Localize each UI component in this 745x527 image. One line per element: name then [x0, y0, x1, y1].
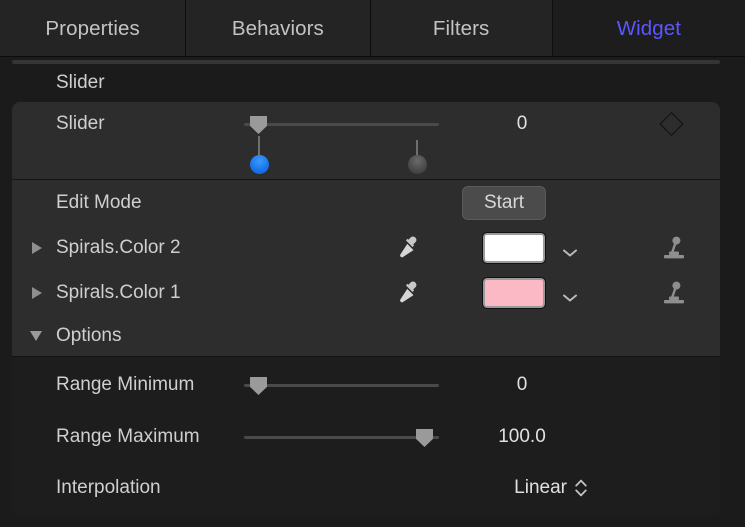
edit-mode-start-button-label: Start: [483, 192, 525, 213]
row-interpolation: Interpolation Linear: [12, 463, 720, 513]
row-edit-mode-label: Edit Mode: [56, 192, 142, 213]
row-range-maximum-label: Range Maximum: [56, 426, 200, 447]
disclosure-triangle-spirals-color-1-icon[interactable]: [32, 286, 42, 299]
row-spirals-color-2-label: Spirals.Color 2: [56, 236, 181, 258]
tab-behaviors[interactable]: Behaviors: [186, 0, 370, 57]
range-minimum-value[interactable]: 0: [482, 374, 562, 396]
rig-joystick-icon[interactable]: [662, 280, 686, 306]
slider-thumb[interactable]: [250, 116, 267, 134]
slider-track[interactable]: [244, 436, 439, 439]
tab-bar: Properties Behaviors Filters Widget: [0, 0, 745, 57]
interpolation-value[interactable]: Linear: [472, 477, 567, 499]
edit-mode-start-button[interactable]: Start: [462, 186, 546, 220]
tab-behaviors-label: Behaviors: [231, 16, 324, 40]
tab-properties-label: Properties: [45, 16, 140, 40]
row-interpolation-label: Interpolation: [56, 477, 161, 498]
tab-filters-label: Filters: [432, 16, 490, 40]
row-range-maximum: Range Maximum 100.0: [12, 411, 720, 463]
color-well-spirals-color-2[interactable]: [482, 231, 546, 264]
keyframe-diamond-icon[interactable]: [659, 111, 684, 137]
window-bottom-gap: [0, 515, 745, 527]
group-header-slider[interactable]: Slider: [0, 64, 745, 102]
slider-track[interactable]: [244, 384, 439, 387]
group-header-slider-label: Slider: [56, 72, 105, 93]
group-header-options-label: Options: [56, 325, 122, 346]
panel-colors: Edit Mode Start Spirals.Color 2 Spirals.…: [12, 180, 720, 316]
slider-control-range-maximum[interactable]: [244, 427, 439, 447]
slider-control-range-minimum[interactable]: [244, 375, 439, 395]
chevron-down-icon[interactable]: [563, 289, 577, 301]
inspector-content: Slider Slider 0 Edit Mode Start Spirals.…: [0, 64, 745, 527]
slider-track[interactable]: [244, 123, 439, 126]
panel-slider: Slider 0: [12, 102, 720, 179]
row-spirals-color-1: Spirals.Color 1: [12, 270, 720, 315]
disclosure-triangle-spirals-color-2-icon[interactable]: [32, 241, 42, 254]
row-slider-label: Slider: [56, 113, 105, 134]
row-range-minimum: Range Minimum 0: [12, 359, 720, 411]
blue-handle-dot[interactable]: [250, 155, 269, 174]
grey-handle-dot[interactable]: [408, 155, 427, 174]
row-spirals-color-2: Spirals.Color 2: [12, 225, 720, 270]
tab-widget-label: Widget: [616, 16, 682, 40]
disclosure-triangle-options-icon[interactable]: [30, 331, 42, 341]
rig-joystick-icon[interactable]: [662, 235, 686, 261]
stepper-updown-icon[interactable]: [575, 477, 587, 499]
slider-thumb[interactable]: [250, 377, 267, 395]
tab-bar-bottom-border: [0, 56, 745, 57]
tab-widget[interactable]: Widget: [552, 0, 745, 57]
chevron-down-icon[interactable]: [563, 244, 577, 256]
tab-filters[interactable]: Filters: [370, 0, 552, 57]
tab-properties[interactable]: Properties: [0, 0, 186, 57]
range-maximum-value[interactable]: 100.0: [467, 426, 577, 448]
eyedropper-icon[interactable]: [397, 280, 423, 306]
row-slider: Slider 0: [12, 102, 720, 146]
widget-inspector-window: Properties Behaviors Filters Widget Slid…: [0, 0, 745, 527]
group-header-options[interactable]: Options: [12, 316, 720, 356]
slider-value[interactable]: 0: [482, 113, 562, 135]
panel-options: Range Minimum 0 Range Maximum 100.0 Inte…: [12, 357, 720, 515]
row-edit-mode: Edit Mode Start: [12, 181, 720, 225]
eyedropper-icon[interactable]: [397, 235, 423, 261]
row-range-minimum-label: Range Minimum: [56, 374, 195, 395]
slider-thumb[interactable]: [416, 429, 433, 447]
slider-control-slider[interactable]: [244, 114, 439, 134]
row-spirals-color-1-label: Spirals.Color 1: [56, 281, 181, 303]
color-well-spirals-color-1[interactable]: [482, 276, 546, 309]
